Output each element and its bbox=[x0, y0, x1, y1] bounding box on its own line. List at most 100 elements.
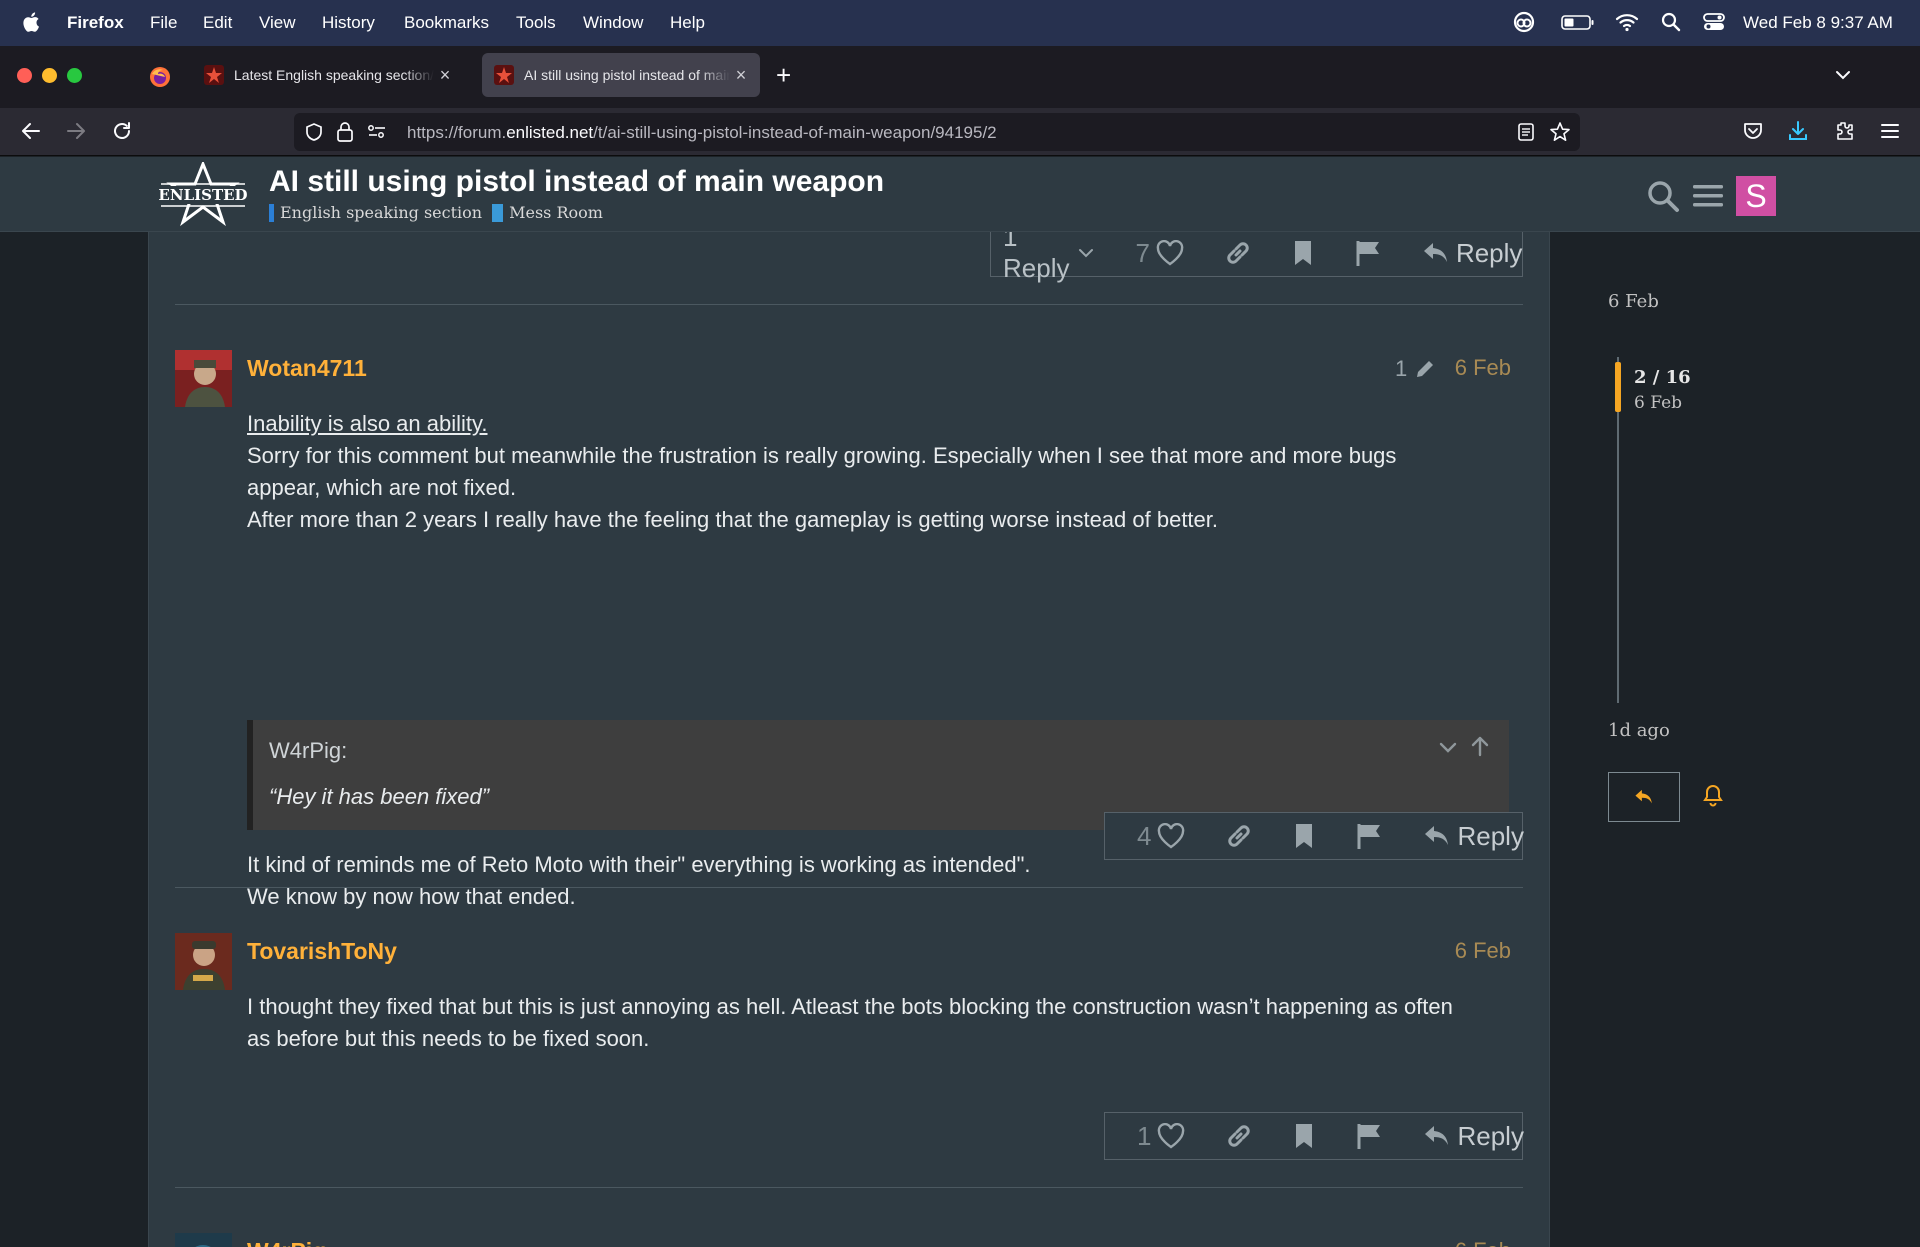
menu-help[interactable]: Help bbox=[670, 13, 705, 33]
like-button[interactable]: 7 bbox=[1135, 238, 1184, 269]
post-date[interactable]: 6 Feb bbox=[1455, 1238, 1511, 1247]
expand-quote-chevron-icon[interactable] bbox=[1437, 736, 1459, 758]
apple-menu-icon[interactable] bbox=[22, 11, 42, 33]
tab-close-icon[interactable]: × bbox=[730, 65, 752, 86]
post-username[interactable]: W4rPig bbox=[247, 1238, 326, 1247]
flag-button[interactable] bbox=[1355, 822, 1383, 850]
post-date[interactable]: 6 Feb bbox=[1455, 355, 1511, 381]
menu-window[interactable]: Window bbox=[583, 13, 643, 33]
menu-file[interactable]: File bbox=[150, 13, 177, 33]
like-button[interactable]: 4 bbox=[1137, 821, 1185, 852]
pocket-icon[interactable] bbox=[1742, 120, 1764, 142]
quote-text: “Hey it has been fixed” bbox=[269, 784, 490, 809]
category-badge-mess-room[interactable]: Mess Room bbox=[492, 203, 603, 222]
back-arrow-icon[interactable] bbox=[20, 120, 42, 142]
go-to-quoted-post-arrow-icon[interactable] bbox=[1469, 734, 1491, 758]
current-user-avatar[interactable]: S bbox=[1736, 176, 1776, 216]
tab-ai-pistol[interactable]: AI still using pistol instead of main × bbox=[482, 53, 760, 97]
tracking-protection-shield-icon[interactable] bbox=[304, 122, 324, 142]
like-count: 4 bbox=[1137, 820, 1152, 851]
reply-button[interactable]: Reply bbox=[1423, 1121, 1524, 1152]
edit-history-button[interactable]: 1 bbox=[1395, 356, 1437, 382]
post-heading-link[interactable]: Inability is also an ability. bbox=[247, 411, 488, 436]
bookmark-star-icon[interactable] bbox=[1549, 121, 1571, 143]
control-center-icon[interactable] bbox=[1702, 10, 1726, 34]
topic-title[interactable]: AI still using pistol instead of main we… bbox=[269, 165, 884, 199]
spotlight-search-icon[interactable] bbox=[1660, 10, 1682, 34]
copy-link-button[interactable] bbox=[1225, 1122, 1253, 1150]
like-button[interactable]: 1 bbox=[1137, 1121, 1185, 1152]
flag-button[interactable] bbox=[1354, 239, 1382, 267]
creative-cloud-icon[interactable] bbox=[1511, 10, 1537, 34]
tab-label: Latest English speaking section/ bbox=[234, 67, 434, 83]
enlisted-logo[interactable]: ENLISTED bbox=[157, 162, 249, 227]
timeline-scroller-handle[interactable] bbox=[1615, 362, 1621, 412]
url-text[interactable]: https://forum.enlisted.net/t/ai-still-us… bbox=[407, 123, 997, 143]
post-date[interactable]: 6 Feb bbox=[1455, 938, 1511, 964]
menu-edit[interactable]: Edit bbox=[203, 13, 232, 33]
post-username[interactable]: Wotan4711 bbox=[247, 355, 367, 382]
copy-link-button[interactable] bbox=[1224, 239, 1252, 267]
bookmark-button[interactable] bbox=[1293, 822, 1315, 850]
minimize-window-button[interactable] bbox=[42, 68, 57, 83]
post-divider bbox=[175, 887, 1523, 888]
list-all-tabs-icon[interactable] bbox=[1834, 66, 1852, 84]
tab-close-icon[interactable]: × bbox=[434, 65, 456, 86]
logo-text: ENLISTED bbox=[158, 186, 247, 204]
reply-button[interactable]: Reply bbox=[1423, 821, 1524, 852]
new-tab-button[interactable]: + bbox=[776, 62, 791, 88]
forward-arrow-icon[interactable] bbox=[65, 120, 87, 142]
post-paragraph: After more than 2 years I really have th… bbox=[247, 507, 1218, 532]
close-window-button[interactable] bbox=[17, 68, 32, 83]
user-avatar-w4rpig[interactable] bbox=[175, 1233, 232, 1247]
menu-history[interactable]: History bbox=[322, 13, 375, 33]
menu-bookmarks[interactable]: Bookmarks bbox=[404, 13, 489, 33]
menu-app-name[interactable]: Firefox bbox=[67, 13, 124, 33]
breadcrumb: English speaking section Mess Room bbox=[269, 203, 603, 222]
flag-button[interactable] bbox=[1355, 1122, 1383, 1150]
reply-button[interactable]: Reply bbox=[1422, 238, 1522, 269]
reader-view-icon[interactable] bbox=[1516, 122, 1536, 142]
app-menu-hamburger-icon[interactable] bbox=[1879, 120, 1901, 142]
header-icons: S bbox=[1646, 176, 1776, 216]
url-domain: enlisted.net bbox=[506, 123, 594, 142]
copy-link-button[interactable] bbox=[1225, 822, 1253, 850]
post-username[interactable]: TovarishToNy bbox=[247, 938, 397, 965]
category-color-swatch bbox=[492, 203, 504, 222]
downloads-icon[interactable] bbox=[1787, 120, 1809, 142]
reload-icon[interactable] bbox=[111, 120, 133, 142]
extensions-icon[interactable] bbox=[1833, 120, 1855, 142]
user-avatar-wotan4711[interactable] bbox=[175, 350, 232, 407]
firefox-view-icon[interactable] bbox=[148, 65, 172, 89]
lock-icon[interactable] bbox=[336, 121, 354, 143]
post-body: I thought they fixed that but this is ju… bbox=[247, 991, 1509, 1055]
category-label: Mess Room bbox=[509, 203, 603, 222]
timeline-start-date[interactable]: 6 Feb bbox=[1608, 291, 1659, 312]
menubar-clock[interactable]: Wed Feb 8 9:37 AM bbox=[1743, 13, 1893, 33]
reply-arrow-icon bbox=[1423, 1124, 1451, 1148]
battery-icon[interactable] bbox=[1561, 10, 1595, 34]
category-badge-english[interactable]: English speaking section bbox=[269, 203, 482, 222]
search-icon[interactable] bbox=[1646, 179, 1680, 213]
hamburger-menu-icon[interactable] bbox=[1692, 182, 1724, 210]
timeline-reply-button[interactable] bbox=[1608, 772, 1680, 822]
bookmark-icon bbox=[1292, 239, 1314, 267]
menu-view[interactable]: View bbox=[259, 13, 296, 33]
quote-author[interactable]: W4rPig: bbox=[269, 738, 347, 764]
post-paragraph: as before but this needs to be fixed soo… bbox=[247, 1026, 650, 1051]
link-icon bbox=[1225, 822, 1253, 850]
timeline-end-label[interactable]: 1d ago bbox=[1608, 720, 1670, 741]
url-bar[interactable]: https://forum.enlisted.net/t/ai-still-us… bbox=[294, 113, 1580, 151]
enlisted-favicon-icon bbox=[204, 65, 224, 85]
bookmark-button[interactable] bbox=[1292, 239, 1314, 267]
menu-tools[interactable]: Tools bbox=[516, 13, 556, 33]
wifi-icon[interactable] bbox=[1615, 10, 1639, 34]
flag-icon bbox=[1355, 822, 1383, 850]
site-permissions-icon[interactable] bbox=[367, 123, 387, 141]
flag-icon bbox=[1355, 1122, 1383, 1150]
user-avatar-tovarishtony[interactable] bbox=[175, 933, 232, 990]
bookmark-button[interactable] bbox=[1293, 1122, 1315, 1150]
notification-bell-icon[interactable] bbox=[1702, 783, 1724, 807]
zoom-window-button[interactable] bbox=[67, 68, 82, 83]
tab-latest-english[interactable]: Latest English speaking section/ × bbox=[192, 53, 464, 97]
